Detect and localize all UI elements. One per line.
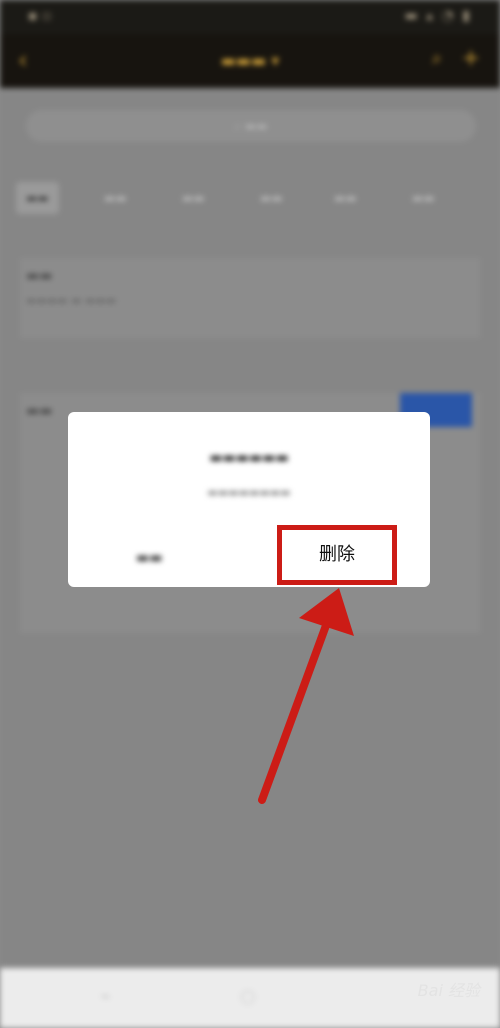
annotation-arrow — [258, 588, 354, 804]
watermark: Bai 经验 — [417, 981, 480, 1000]
arrow-shaft — [258, 616, 332, 804]
